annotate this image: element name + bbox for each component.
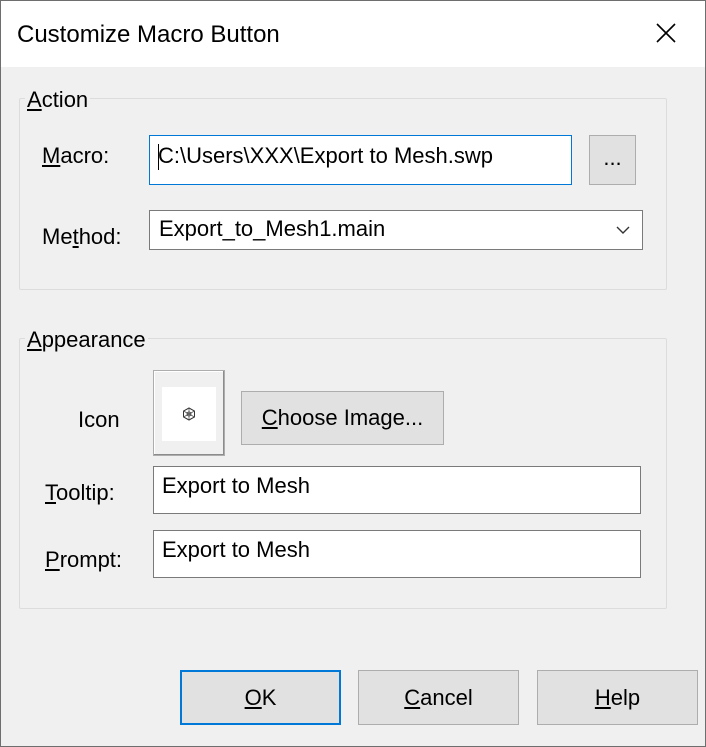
customize-macro-button-dialog: Customize Macro Button Action Macro: C:\…	[0, 0, 706, 747]
macro-path-input[interactable]: C:\Users\XXX\Export to Mesh.swp	[149, 135, 572, 185]
chevron-down-icon	[616, 226, 630, 234]
help-button[interactable]: Help	[537, 670, 698, 725]
cancel-button[interactable]: Cancel	[358, 670, 519, 725]
title-bar: Customize Macro Button	[1, 1, 705, 67]
text-caret	[158, 144, 159, 170]
prompt-label: Prompt:	[45, 547, 123, 572]
method-dropdown[interactable]: Export_to_Mesh1.main	[149, 210, 643, 250]
close-icon	[656, 23, 676, 43]
method-label: Method:	[42, 224, 122, 249]
browse-macro-button[interactable]: ...	[589, 135, 636, 185]
prompt-input[interactable]: Export to Mesh	[153, 530, 641, 578]
choose-image-button[interactable]: Choose Image...	[241, 391, 444, 445]
close-button[interactable]	[641, 11, 693, 57]
tooltip-label: Tooltip:	[45, 480, 115, 505]
macro-label: Macro:	[42, 143, 110, 168]
icon-preview	[162, 387, 216, 441]
mesh-icon	[183, 407, 195, 421]
icon-preview-button[interactable]	[153, 370, 225, 456]
method-selected-value: Export_to_Mesh1.main	[159, 216, 386, 241]
action-group-label: Action	[25, 86, 91, 114]
tooltip-input[interactable]: Export to Mesh	[153, 466, 641, 514]
appearance-group-label: Appearance	[25, 326, 148, 354]
action-group	[19, 98, 667, 290]
dialog-title: Customize Macro Button	[17, 21, 280, 48]
ok-button[interactable]: OK	[180, 670, 341, 725]
icon-label: Icon	[78, 407, 120, 432]
